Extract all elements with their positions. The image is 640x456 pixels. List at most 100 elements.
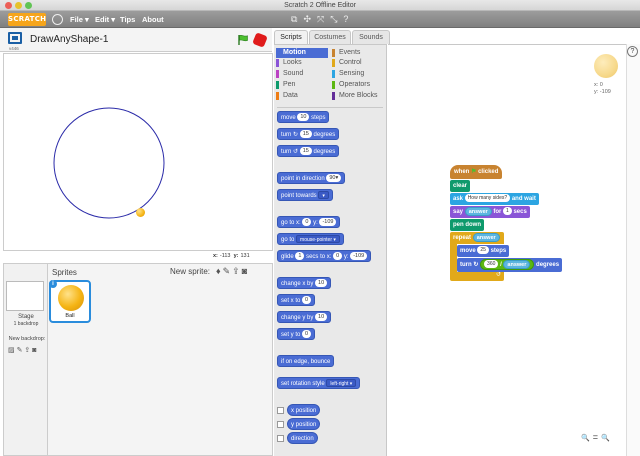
set-y-block[interactable]: set y to 0	[277, 328, 316, 340]
language-globe-icon[interactable]	[52, 14, 63, 25]
set-rotation-style-block[interactable]: set rotation style left-right ▾	[277, 377, 361, 389]
camera-backdrop-icon[interactable]: ◙	[32, 347, 36, 354]
divide-operator[interactable]: 360 / answer	[480, 258, 535, 270]
scratch-logo[interactable]: SCRATCH	[8, 13, 46, 26]
grow-icon[interactable]: ⤧	[317, 14, 324, 24]
category-sensing[interactable]: Sensing	[332, 69, 384, 79]
category-motion[interactable]: Motion	[276, 48, 328, 58]
mouse-coordinates: x: -113 y: 131	[213, 253, 250, 259]
stage-canvas[interactable]	[3, 53, 273, 251]
sprite-name: Ball	[65, 313, 75, 319]
window-title: Scratch 2 Offline Editor	[284, 2, 356, 9]
maximize-window-icon[interactable]	[25, 2, 32, 9]
pen-down-block[interactable]: pen down	[450, 219, 484, 231]
script-area[interactable]: x: 0 y: -109 when ⚑ clicked clear ask Ho…	[388, 44, 626, 456]
about-menu[interactable]: About	[142, 11, 164, 28]
x-position-reporter[interactable]: x position	[287, 404, 321, 416]
tab-scripts[interactable]: Scripts	[274, 30, 308, 44]
repeat-block[interactable]: repeat answer ↺	[450, 232, 504, 282]
bounce-block[interactable]: if on edge, bounce	[277, 355, 335, 367]
zoom-in-icon[interactable]: 🔍	[601, 435, 613, 442]
green-flag-icon[interactable]	[237, 34, 249, 46]
rotate-cw-icon: ↻	[293, 132, 299, 138]
ball-sprite-on-stage[interactable]	[136, 208, 145, 217]
point-towards-block[interactable]: point towards ▾	[277, 189, 333, 201]
turn-clockwise-block[interactable]: turn ↻ 15 degrees	[277, 128, 340, 140]
upload-sprite-icon[interactable]: ⇪	[232, 266, 242, 276]
y-position-checkbox[interactable]	[277, 421, 284, 428]
category-sound[interactable]: Sound	[276, 69, 328, 79]
stage-header: v446 DrawAnyShape-1	[0, 28, 272, 52]
stop-icon[interactable]	[252, 32, 268, 48]
tips-menu[interactable]: Tips	[120, 11, 135, 28]
presentation-mode-icon[interactable]	[8, 32, 22, 44]
tab-costumes[interactable]: Costumes	[309, 30, 351, 44]
new-backdrop-label: New backdrop:	[8, 336, 46, 342]
toolbar-icons: ⧉ ✣ ⤧ ⤡?	[291, 14, 354, 25]
turn-counterclockwise-block[interactable]: turn ↺ 15 degrees	[277, 145, 340, 157]
category-more-blocks[interactable]: More Blocks	[332, 91, 384, 101]
category-operators[interactable]: Operators	[332, 80, 384, 90]
camera-sprite-icon[interactable]: ◙	[242, 266, 249, 276]
move-steps-script-block[interactable]: move 25 steps	[457, 245, 510, 257]
zoom-reset-icon[interactable]: =	[593, 432, 601, 442]
backdrop-tools: ▨ ✎ ⇪ ◙	[8, 346, 36, 354]
project-title[interactable]: DrawAnyShape-1	[30, 34, 108, 45]
window-titlebar: Scratch 2 Offline Editor	[0, 0, 640, 11]
tab-sounds[interactable]: Sounds	[352, 30, 390, 44]
paint-backdrop-icon[interactable]: ✎	[17, 347, 23, 354]
category-control[interactable]: Control	[332, 58, 384, 68]
point-in-direction-block[interactable]: point in direction 90▾	[277, 172, 346, 184]
sprites-header: Sprites	[52, 268, 77, 277]
green-flag-icon: ⚑	[471, 169, 477, 175]
go-to-xy-block[interactable]: go to x: 0 y: -109	[277, 216, 341, 228]
ask-and-wait-block[interactable]: ask How many sides? and wait	[450, 193, 539, 205]
change-x-block[interactable]: change x by 10	[277, 277, 332, 289]
version-label: v446	[9, 46, 19, 51]
help-icon[interactable]: ?	[343, 14, 348, 24]
turn-degrees-script-block[interactable]: turn ↻ 360 / answer degrees	[457, 258, 563, 272]
clear-block[interactable]: clear	[450, 180, 471, 192]
direction-checkbox[interactable]	[277, 435, 284, 442]
y-position-reporter[interactable]: y position	[287, 418, 321, 430]
glide-block[interactable]: glide 1 secs to x: 0 y: -109	[277, 250, 372, 262]
file-menu[interactable]: File ▾	[70, 11, 89, 28]
category-events[interactable]: Events	[332, 48, 384, 58]
info-icon[interactable]: i	[49, 280, 57, 288]
minimize-window-icon[interactable]	[15, 2, 22, 9]
direction-reporter[interactable]: direction	[287, 432, 318, 444]
ball-thumbnail	[58, 285, 84, 311]
shrink-icon[interactable]: ⤡	[330, 14, 337, 24]
stage-thumbnail[interactable]	[6, 281, 44, 311]
duplicate-icon[interactable]: ⧉	[291, 14, 297, 24]
sprites-panel: Stage 1 backdrop New backdrop: ▨ ✎ ⇪ ◙ S…	[3, 263, 273, 456]
upload-backdrop-icon[interactable]: ⇪	[24, 347, 30, 354]
sprite-tile-ball[interactable]: i Ball	[49, 280, 91, 323]
delete-icon[interactable]: ✣	[303, 14, 311, 24]
say-for-secs-block[interactable]: say answer for 1 secs	[450, 206, 530, 218]
zoom-controls: 🔍=🔍	[581, 432, 613, 442]
go-to-block[interactable]: go to mouse-pointer ▾	[277, 233, 344, 245]
help-button[interactable]: ?	[627, 46, 638, 57]
category-pen[interactable]: Pen	[276, 80, 328, 90]
paint-sprite-icon[interactable]: ✎	[223, 266, 233, 276]
category-data[interactable]: Data	[276, 91, 328, 101]
block-palette: Motion Looks Sound Pen Data Events Contr…	[274, 44, 387, 456]
move-steps-block[interactable]: move 10 steps	[277, 111, 330, 123]
category-list: Motion Looks Sound Pen Data Events Contr…	[276, 48, 384, 106]
close-window-icon[interactable]	[5, 2, 12, 9]
zoom-out-icon[interactable]: 🔍	[581, 435, 593, 442]
x-position-checkbox[interactable]	[277, 407, 284, 414]
when-flag-clicked-block[interactable]: when ⚑ clicked	[450, 165, 503, 179]
new-sprite-label: New sprite:	[170, 267, 211, 276]
category-looks[interactable]: Looks	[276, 58, 328, 68]
current-sprite-thumbnail	[594, 54, 618, 78]
backdrop-library-icon[interactable]: ▨	[8, 347, 15, 354]
change-y-block[interactable]: change y by 10	[277, 311, 332, 323]
drawn-circle	[53, 107, 165, 219]
rotate-cw-icon: ↻	[473, 262, 479, 268]
set-x-block[interactable]: set x to 0	[277, 294, 316, 306]
stage-label: Stage	[18, 314, 34, 320]
sprite-library-icon[interactable]: ♦	[216, 266, 223, 276]
edit-menu[interactable]: Edit ▾	[95, 11, 115, 28]
